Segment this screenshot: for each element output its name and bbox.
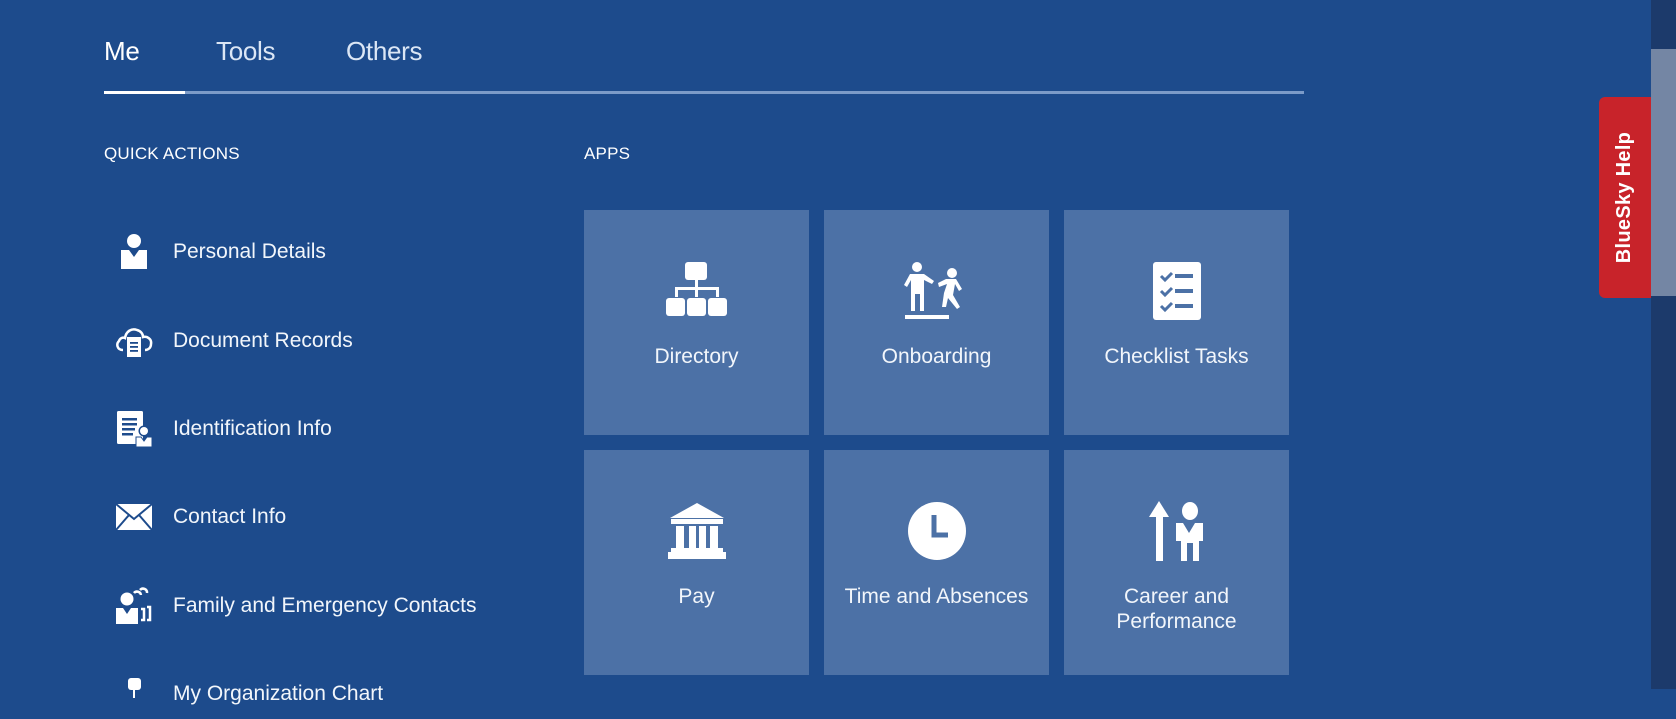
- org-chart-person-icon: [112, 672, 156, 716]
- vertical-scrollbar-thumb[interactable]: [1651, 49, 1676, 296]
- apps-heading: APPS: [584, 144, 631, 163]
- tab-bar: Me Tools Others: [104, 0, 1304, 96]
- app-tile-career-and-performance[interactable]: Career and Performance: [1064, 450, 1289, 675]
- quick-action-label: Identification Info: [173, 417, 332, 440]
- help-side-tab[interactable]: BlueSky Help: [1599, 97, 1651, 298]
- tab-others[interactable]: Others: [346, 36, 423, 67]
- hierarchy-icon: [584, 256, 809, 326]
- quick-action-personal-details[interactable]: Personal Details: [112, 227, 532, 277]
- app-tile-onboarding[interactable]: Onboarding: [824, 210, 1049, 435]
- tab-divider: [104, 91, 1304, 94]
- id-document-icon: [112, 407, 156, 451]
- app-tile-label: Onboarding: [881, 345, 992, 368]
- app-tile-directory[interactable]: Directory: [584, 210, 809, 435]
- app-tile-label: Pay: [678, 585, 715, 608]
- bank-icon: [584, 496, 809, 566]
- quick-action-label: My Organization Chart: [173, 682, 384, 705]
- career-growth-icon: [1064, 496, 1289, 566]
- quick-action-document-records[interactable]: Document Records: [112, 316, 532, 366]
- quick-actions-heading: QUICK ACTIONS: [104, 144, 240, 163]
- app-tile-label: Career and Performance: [1116, 585, 1237, 633]
- person-icon: [112, 230, 156, 274]
- tab-me[interactable]: Me: [104, 36, 140, 67]
- quick-action-family-emergency-contacts[interactable]: Family and Emergency Contacts: [112, 581, 532, 631]
- app-tile-checklist-tasks[interactable]: Checklist Tasks: [1064, 210, 1289, 435]
- checklist-icon: [1064, 256, 1289, 326]
- envelope-icon: [112, 495, 156, 539]
- active-tab-indicator: [104, 91, 185, 94]
- app-tile-time-and-absences[interactable]: Time and Absences: [824, 450, 1049, 675]
- family-contacts-icon: [112, 584, 156, 628]
- clock-icon: [824, 496, 1049, 566]
- help-tab-label: BlueSky Help: [1613, 131, 1636, 264]
- tab-tools[interactable]: Tools: [216, 36, 276, 67]
- app-tile-label: Time and Absences: [844, 585, 1029, 608]
- onboarding-people-icon: [824, 256, 1049, 326]
- quick-action-contact-info[interactable]: Contact Info: [112, 492, 532, 542]
- quick-action-label: Document Records: [173, 329, 353, 352]
- quick-action-label: Contact Info: [173, 505, 287, 528]
- quick-action-label: Family and Emergency Contacts: [173, 594, 477, 617]
- quick-action-label: Personal Details: [173, 240, 326, 263]
- app-tile-label: Checklist Tasks: [1104, 345, 1249, 368]
- quick-action-identification-info[interactable]: Identification Info: [112, 404, 532, 454]
- app-tile-pay[interactable]: Pay: [584, 450, 809, 675]
- cloud-document-icon: [112, 319, 156, 363]
- quick-action-my-organization-chart[interactable]: My Organization Chart: [112, 669, 532, 719]
- app-tile-label: Directory: [654, 345, 739, 368]
